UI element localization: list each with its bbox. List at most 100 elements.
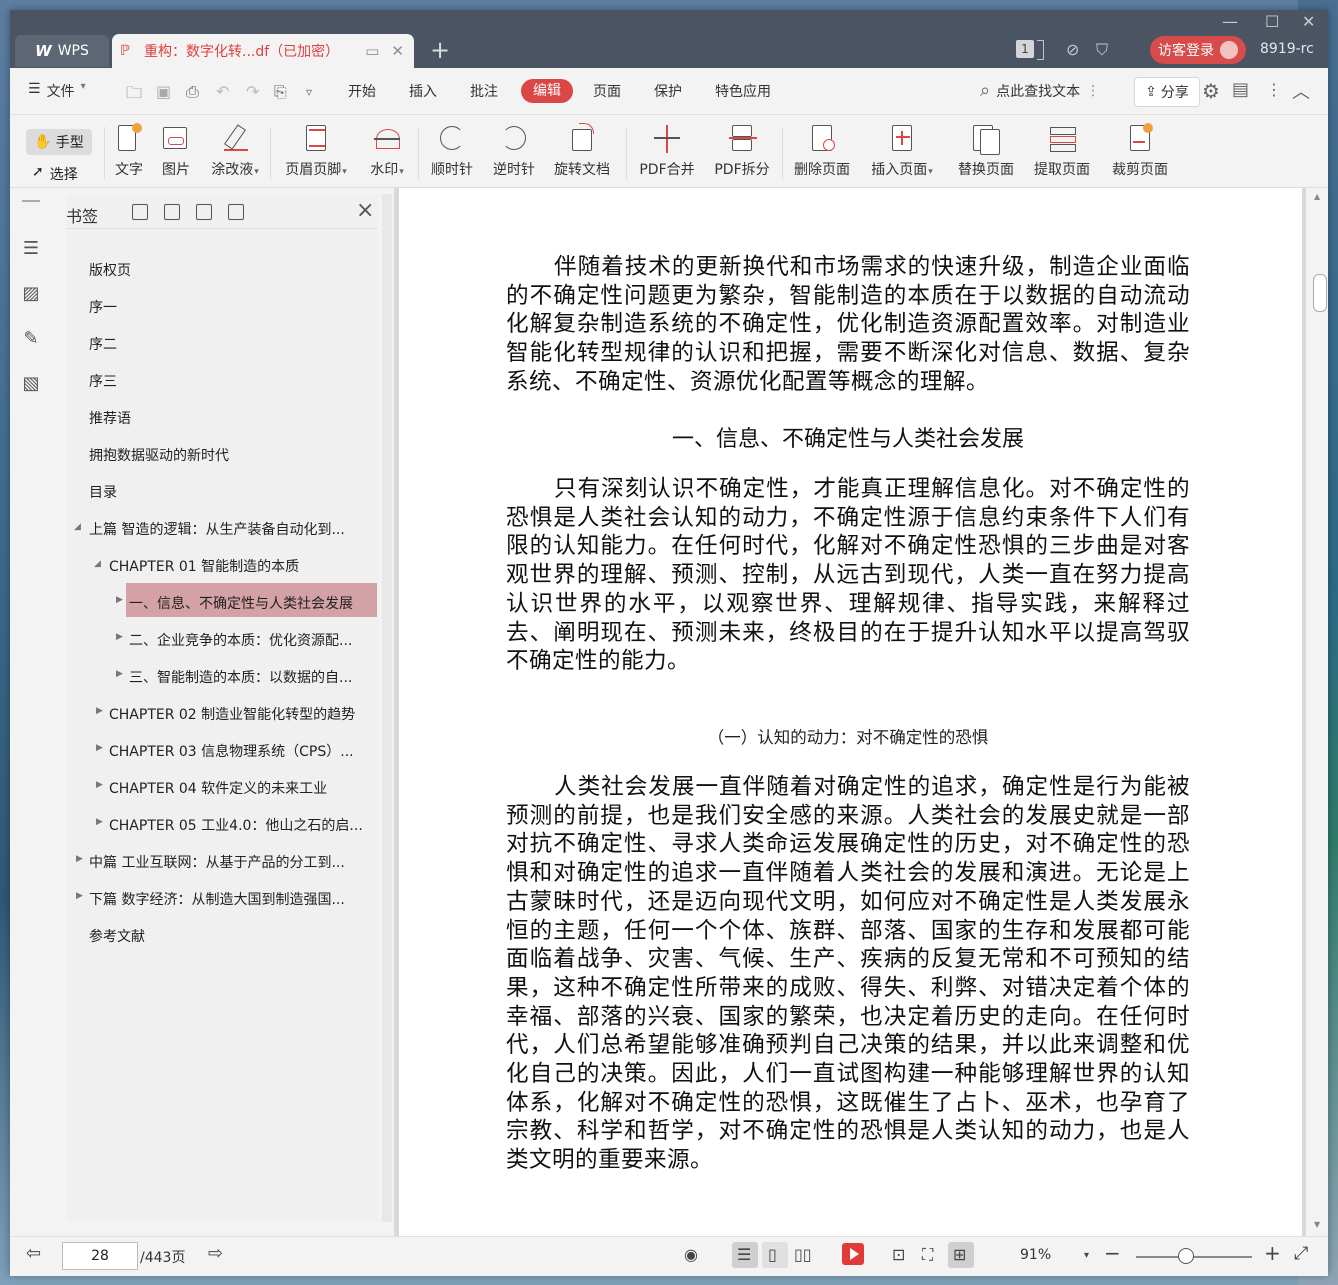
share-button[interactable]: ⇪ 分享: [1134, 77, 1200, 107]
collapsed-arrow-icon[interactable]: ▶: [96, 706, 103, 716]
play-presentation-icon[interactable]: [842, 1243, 864, 1265]
bookmark-item-selected[interactable]: 一、信息、不确定性与人类社会发展: [129, 593, 353, 613]
wps-home-tab[interactable]: W WPS: [15, 35, 109, 67]
collapsed-arrow-icon[interactable]: ▶: [116, 669, 123, 679]
correction-fluid-button[interactable]: 涂改液▾: [206, 115, 264, 187]
bookmark-item-part3[interactable]: 下篇 数字经济：从制造大国到制造强国...: [89, 889, 345, 909]
open-folder-icon[interactable]: 🗀: [126, 82, 142, 109]
bookmark-list-icon[interactable]: ☰: [20, 238, 42, 260]
find-text-search[interactable]: ⌕ 点此查找文本 ⋮: [980, 80, 1100, 101]
redo-icon[interactable]: ↷: [246, 82, 259, 101]
fit-width-icon[interactable]: ⊞: [953, 1245, 966, 1264]
bookmark-item[interactable]: 推荐语: [89, 408, 131, 428]
collapse-ribbon-icon[interactable]: ︿: [1292, 78, 1310, 104]
menu-insert[interactable]: 插入: [409, 81, 437, 101]
bookmark-item-part1[interactable]: 上篇 智造的逻辑：从生产装备自动化到...: [89, 519, 345, 539]
scrollbar-thumb[interactable]: [1313, 274, 1327, 312]
menu-special-apps[interactable]: 特色应用: [715, 81, 771, 101]
rotate-document-button[interactable]: 旋转文档: [550, 115, 614, 187]
collapsed-arrow-icon[interactable]: ▶: [96, 817, 103, 827]
expand-all-icon[interactable]: [132, 204, 148, 220]
bookmark-item[interactable]: 目录: [89, 482, 117, 502]
rotate-clockwise-button[interactable]: 顺时针: [428, 115, 476, 187]
collapsed-arrow-icon[interactable]: ▶: [116, 595, 123, 605]
comment-bubble-icon[interactable]: ▤: [1232, 79, 1249, 100]
file-menu[interactable]: ☰ 文件 ▾: [28, 81, 86, 101]
collapsed-arrow-icon[interactable]: ▶: [76, 891, 83, 901]
settings-gear-icon[interactable]: ⚙: [1202, 79, 1220, 103]
collapse-all-icon[interactable]: [164, 204, 180, 220]
bookmark-item-chapter05[interactable]: CHAPTER 05 工业4.0：他山之石的启...: [109, 815, 363, 835]
page-number-input[interactable]: 28: [62, 1242, 138, 1270]
zoom-level[interactable]: 91%: [1020, 1247, 1051, 1263]
menu-comment[interactable]: 批注: [470, 81, 498, 101]
scroll-down-arrow-icon[interactable]: ▼: [1314, 1220, 1320, 1229]
panel-resize-bar[interactable]: [382, 194, 392, 1222]
collapsed-arrow-icon[interactable]: ▶: [96, 743, 103, 753]
fullscreen-icon[interactable]: ⤢: [1294, 1243, 1308, 1264]
print-icon[interactable]: ⎙: [186, 82, 199, 102]
bookmark-item-chapter01[interactable]: CHAPTER 01 智能制造的本质: [109, 556, 299, 576]
bookmark-item[interactable]: 二、企业竞争的本质：优化资源配...: [129, 630, 352, 650]
zoom-dropdown-icon[interactable]: ▾: [1084, 1250, 1089, 1261]
hand-tool-button[interactable]: ✋ 手型: [26, 129, 92, 155]
pdf-split-button[interactable]: PDF拆分: [710, 115, 774, 187]
pdf-merge-button[interactable]: PDF合并: [636, 115, 698, 187]
annotation-pen-icon[interactable]: ✎: [20, 328, 42, 350]
bookmark-item-chapter03[interactable]: CHAPTER 03 信息物理系统（CPS）...: [109, 741, 354, 761]
zoom-in-icon[interactable]: +: [1264, 1241, 1281, 1265]
screen-icon[interactable]: ▭: [365, 42, 379, 60]
rotate-counterclockwise-button[interactable]: 逆时针: [490, 115, 538, 187]
bookmark-item[interactable]: 序二: [89, 334, 117, 354]
vertical-scrollbar[interactable]: ▲ ▼: [1308, 188, 1328, 1236]
add-bookmark-icon[interactable]: [196, 204, 212, 220]
attachment-image-icon[interactable]: ▧: [20, 373, 42, 395]
insert-page-button[interactable]: 插入页面▾: [866, 115, 938, 187]
zoom-slider-knob[interactable]: [1178, 1248, 1194, 1264]
minimize-icon[interactable]: —: [1222, 12, 1238, 31]
image-edit-button[interactable]: 图片: [158, 115, 194, 187]
more-options-icon[interactable]: ⋮: [1266, 80, 1282, 99]
actual-size-icon[interactable]: ⊡: [892, 1245, 905, 1264]
expanded-arrow-icon[interactable]: ◢: [74, 522, 81, 532]
collapsed-arrow-icon[interactable]: ▶: [96, 780, 103, 790]
eye-protection-icon[interactable]: ◉: [684, 1245, 698, 1264]
undo-icon[interactable]: ↶: [216, 82, 229, 101]
previous-page-icon[interactable]: ⇦: [26, 1243, 41, 1264]
collapsed-arrow-icon[interactable]: ▶: [76, 854, 83, 864]
bookmark-item-chapter04[interactable]: CHAPTER 04 软件定义的未来工业: [109, 778, 327, 798]
bookmark-item[interactable]: 三、智能制造的本质：以数据的自...: [129, 667, 352, 687]
single-page-view-icon[interactable]: ▯: [768, 1245, 777, 1264]
bookmark-item[interactable]: 序一: [89, 297, 117, 317]
text-edit-button[interactable]: 文字: [111, 115, 147, 187]
window-count-badge[interactable]: 1: [1016, 40, 1034, 58]
menu-page[interactable]: 页面: [593, 81, 621, 101]
cloud-sync-icon[interactable]: ⊘: [1066, 40, 1079, 59]
zoom-out-icon[interactable]: −: [1104, 1241, 1121, 1265]
document-tab[interactable]: ℙ 重构：数字化转...df（已加密） ▭ ✕: [112, 34, 414, 68]
header-footer-button[interactable]: 页眉页脚▾: [280, 115, 352, 187]
menu-start[interactable]: 开始: [348, 81, 376, 101]
export-icon[interactable]: ⎘: [274, 82, 287, 102]
zoom-slider-track[interactable]: [1136, 1256, 1252, 1258]
watermark-button[interactable]: 水印▾: [366, 115, 408, 187]
select-tool-button[interactable]: ➚ 选择: [32, 164, 78, 184]
more-vertical-icon[interactable]: ⋮: [1086, 83, 1100, 99]
more-dropdown-icon[interactable]: ▿: [306, 85, 312, 99]
skin-shirt-icon[interactable]: ⛉: [1096, 40, 1108, 60]
new-tab-icon[interactable]: +: [430, 36, 450, 64]
crop-page-button[interactable]: 裁剪页面: [1108, 115, 1172, 187]
scroll-up-arrow-icon[interactable]: ▲: [1314, 192, 1320, 201]
next-page-icon[interactable]: ⇨: [208, 1243, 223, 1264]
visitor-login-button[interactable]: 访客登录: [1150, 36, 1246, 64]
dual-page-view-icon[interactable]: ▯▯: [794, 1245, 812, 1264]
bookmark-item-part2[interactable]: 中篇 工业互联网：从基于产品的分工到...: [89, 852, 345, 872]
thumbnail-image-icon[interactable]: ▨: [20, 283, 42, 305]
drag-handle[interactable]: [22, 200, 40, 202]
bookmark-item[interactable]: 拥抱数据驱动的新时代: [89, 445, 229, 465]
bookmark-options-icon[interactable]: [228, 204, 244, 220]
close-window-icon[interactable]: ✕: [1302, 12, 1315, 31]
collapsed-arrow-icon[interactable]: ▶: [116, 632, 123, 642]
save-icon[interactable]: ▣: [156, 82, 171, 101]
bookmark-item[interactable]: 参考文献: [89, 926, 145, 946]
